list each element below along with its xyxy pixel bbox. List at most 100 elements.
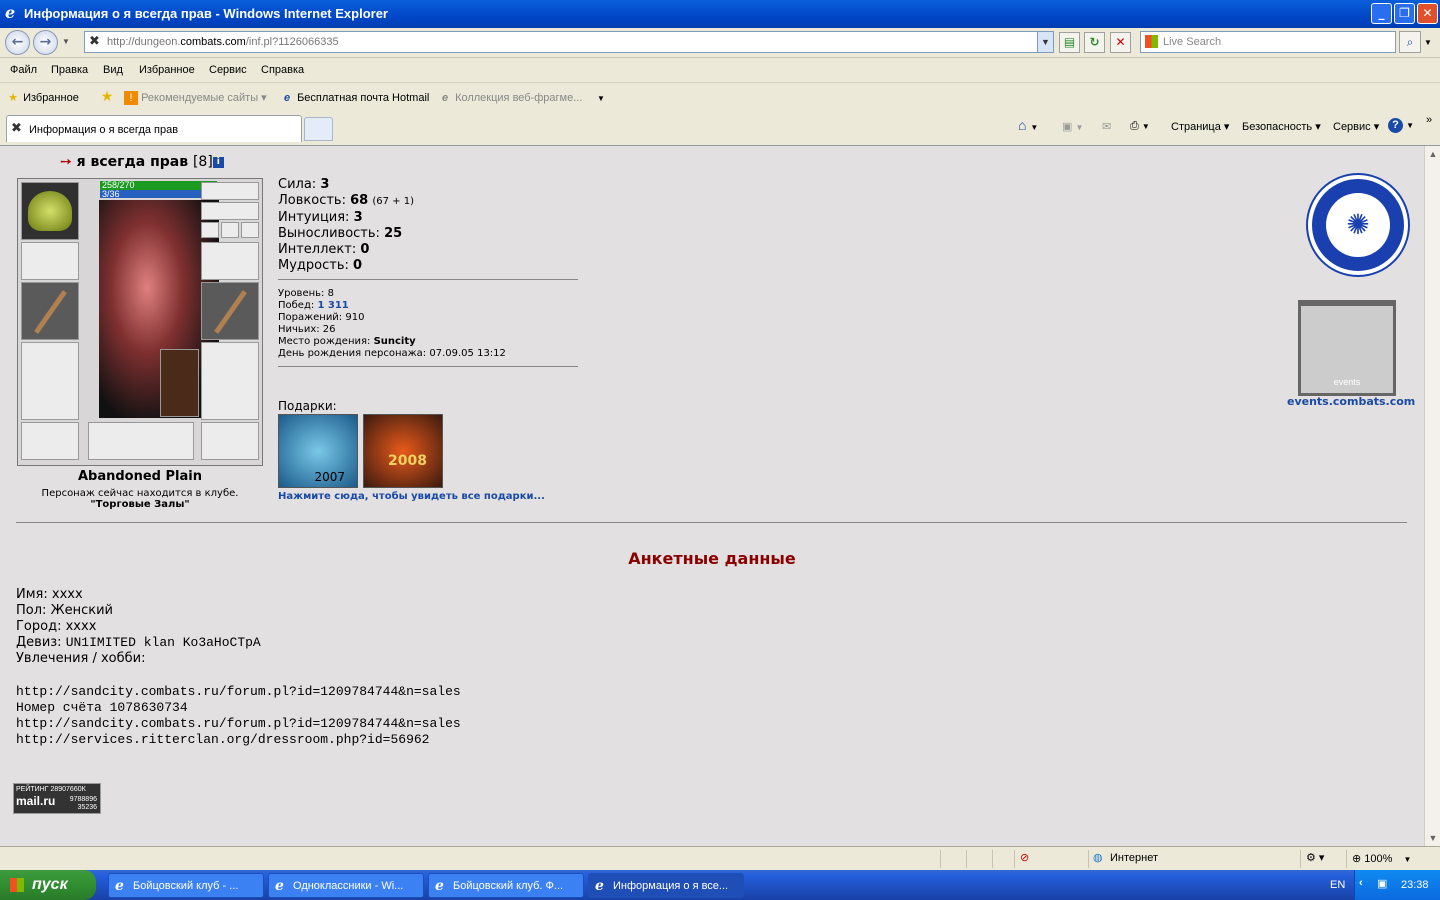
favorites-button[interactable]: ★ Избранное (6, 91, 79, 105)
new-tab-button[interactable] (304, 117, 333, 141)
info-level: 8 (327, 288, 334, 299)
menu-bar: Файл Правка Вид Избранное Сервис Справка (0, 58, 1440, 83)
all-gifts-link[interactable]: Нажмите сюда, чтобы увидеть все подарки.… (278, 491, 545, 502)
menu-edit[interactable]: Правка (51, 64, 88, 76)
menu-file[interactable]: Файл (10, 64, 37, 76)
search-field[interactable]: Live Search (1140, 31, 1396, 53)
window-title-bar: e Информация о я всегда прав - Windows I… (0, 0, 1440, 28)
profile-hobby-text: http://sandcity.combats.ru/forum.pl?id=1… (16, 684, 461, 748)
gifts-label: Подарки: (278, 399, 337, 413)
scroll-down-icon[interactable]: ▼ (1425, 830, 1440, 846)
taskbar: пуск e Бойцовский клуб - ... e Одноклассни… (0, 870, 1440, 900)
task-combats-1[interactable]: e Бойцовский клуб - ... (108, 873, 264, 898)
belt-slot[interactable] (21, 422, 79, 460)
mail-icon[interactable]: ✉ (1102, 120, 1111, 133)
pet-slot[interactable] (160, 349, 199, 417)
menu-help[interactable]: Справка (261, 64, 304, 76)
divider (278, 366, 578, 367)
events-banner[interactable]: events (1298, 300, 1396, 396)
address-url: http://dungeon.combats.com/inf.pl?112606… (107, 36, 339, 48)
combats-emblem (88, 422, 194, 460)
forward-button[interactable]: → (33, 30, 58, 55)
bracers-slot[interactable] (21, 242, 79, 280)
stat-row: Интеллект: 0 (278, 242, 370, 257)
favbar-dropdown-icon[interactable]: ▼ (597, 94, 605, 103)
gift-2007[interactable]: 2007 (278, 414, 358, 488)
stat-row: Сила: 3 (278, 177, 330, 192)
search-options-icon[interactable]: ▼ (1424, 38, 1432, 47)
close-button[interactable]: ✕ (1417, 3, 1438, 24)
search-go-icon[interactable]: ⌕ (1399, 31, 1421, 53)
mailru-counter[interactable]: РЕЙТИНГ 28907660К mail.ru 9788896 35236 (13, 783, 101, 814)
task-combats-2[interactable]: e Бойцовский клуб. Ф... (428, 873, 584, 898)
ring-slot-3[interactable] (241, 222, 259, 238)
hotmail-link[interactable]: e Бесплатная почта Hotmail (280, 91, 429, 105)
security-menu[interactable]: Безопасность ▾ (1242, 120, 1321, 133)
back-button[interactable]: ← (5, 30, 30, 55)
page-menu[interactable]: Страница ▾ (1171, 120, 1229, 133)
helmet-slot[interactable] (21, 182, 79, 240)
wins-link[interactable]: 1 311 (317, 300, 348, 311)
address-dropdown-icon[interactable]: ▼ (1037, 32, 1053, 52)
history-dropdown-icon[interactable]: ▼ (62, 37, 70, 46)
home-icon[interactable]: ⌂ ▼ (1018, 117, 1038, 133)
left-weapon-slot[interactable] (21, 282, 79, 340)
amulet-slot[interactable] (201, 202, 259, 220)
restore-button[interactable]: ❐ (1394, 3, 1415, 24)
address-field[interactable]: ✖ http://dungeon.combats.com/inf.pl?1126… (84, 31, 1054, 53)
events-link[interactable]: events.combats.com (1287, 395, 1415, 408)
recommended-icon: ! (124, 91, 138, 106)
toolbar-overflow-icon[interactable]: » (1426, 114, 1432, 126)
help-icon[interactable]: ? ▼ (1388, 118, 1414, 133)
events-banner-text: events (1333, 377, 1361, 387)
boots-slot[interactable] (201, 422, 259, 460)
tab-title: Информация о я всегда прав (29, 124, 179, 136)
tray-expand-icon[interactable]: ‹ (1359, 877, 1363, 889)
right-weapon-slot[interactable] (201, 282, 259, 340)
armor-slot[interactable] (21, 342, 79, 420)
divider (278, 279, 578, 280)
feeds-icon[interactable]: ▣ ▼ (1062, 120, 1083, 133)
vertical-scrollbar[interactable]: ▲ ▼ (1424, 146, 1440, 846)
webslice-gallery-link[interactable]: e Коллекция веб-фрагме... (438, 91, 582, 105)
gloves-slot[interactable] (201, 242, 259, 280)
recommended-sites-link[interactable]: ! Рекомендуемые сайты ▾ (124, 91, 267, 106)
task-info-active[interactable]: e Информация о я все... (588, 873, 744, 898)
menu-view[interactable]: Вид (103, 64, 123, 76)
tray-app-icon[interactable]: ▣ (1377, 877, 1387, 890)
refresh-icon[interactable]: ↻ (1084, 32, 1105, 53)
ie-page-icon: e (283, 92, 291, 104)
character-level: [8] (192, 154, 213, 170)
scroll-up-icon[interactable]: ▲ (1425, 146, 1440, 162)
tab-active[interactable]: ✖ Информация о я всегда прав (6, 115, 302, 142)
minimize-button[interactable]: _ (1371, 3, 1392, 24)
crutch-icon (34, 290, 67, 334)
ring-slot-2[interactable] (221, 222, 239, 238)
popup-blocked-icon[interactable]: ⊘ (1020, 851, 1029, 864)
info-icon[interactable]: i (212, 156, 224, 168)
protected-mode-icon[interactable]: ⚙ ▾ (1306, 851, 1324, 864)
menu-tools[interactable]: Сервис (209, 64, 247, 76)
windows-logo-icon (10, 878, 24, 892)
clan-emblem[interactable]: ✺ (1308, 175, 1408, 275)
leggings-slot[interactable] (201, 342, 259, 420)
clock[interactable]: 23:38 (1401, 879, 1429, 891)
hobby-line: http://services.ritterclan.org/dressroom… (16, 732, 430, 747)
page-content: ➙ я всегда прав [8] i 258/270 3/36 Abando… (0, 146, 1424, 846)
menu-favorites[interactable]: Избранное (139, 64, 195, 76)
language-indicator[interactable]: EN (1330, 879, 1345, 891)
zoom-control[interactable]: ⊕ 100% ▼ (1352, 852, 1411, 865)
earring-slot[interactable] (201, 182, 259, 200)
stop-icon[interactable]: ✕ (1110, 32, 1131, 53)
start-button[interactable]: пуск (0, 870, 96, 900)
print-icon[interactable]: ⎙ ▼ (1130, 120, 1150, 133)
tools-menu[interactable]: Сервис ▾ (1333, 120, 1379, 133)
add-favorite-icon[interactable]: ★ (100, 89, 114, 103)
hobby-line: http://sandcity.combats.ru/forum.pl?id=1… (16, 716, 461, 731)
task-odnoklassniki[interactable]: e Одноклассники - Wi... (268, 873, 424, 898)
star-icon: ★ (8, 92, 18, 104)
gift-2008[interactable]: 2008 (363, 414, 443, 488)
ring-slot-1[interactable] (201, 222, 219, 238)
arrow-icon[interactable]: ➙ (60, 154, 72, 170)
compatibility-icon[interactable]: ▤ (1059, 32, 1080, 53)
